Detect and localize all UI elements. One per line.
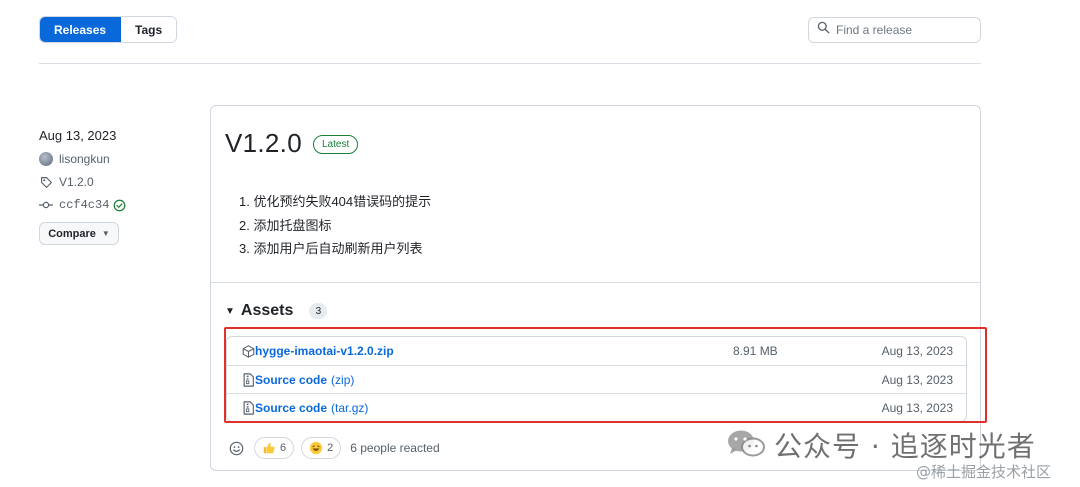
author-name: lisongkun <box>59 152 110 166</box>
assets-list: hygge-imaotai-v1.2.0.zip 8.91 MB Aug 13,… <box>226 336 967 422</box>
asset-date: Aug 13, 2023 <box>881 344 953 358</box>
tab-releases[interactable]: Releases <box>40 17 122 42</box>
commit-icon <box>39 198 53 212</box>
asset-name[interactable]: Source code <box>255 373 327 387</box>
reaction-thumbs-up[interactable]: 6 <box>254 437 295 459</box>
assets-count: 3 <box>309 303 328 319</box>
tag-link[interactable]: V1.2.0 <box>39 175 189 189</box>
reactions-bar: 6 2 6 people reacted <box>225 437 440 459</box>
wechat-watermark: 公众号 · 追逐时光者 <box>726 425 1036 465</box>
add-reaction-button[interactable] <box>225 437 247 459</box>
release-meta: Aug 13, 2023 lisongkun V1.2.0 ccf4c34 Co… <box>39 128 189 245</box>
package-icon <box>241 344 255 358</box>
reaction-laugh[interactable]: 2 <box>301 437 342 459</box>
search-input[interactable] <box>836 23 976 37</box>
commit-sha: ccf4c34 <box>59 198 110 212</box>
thumbs-up-icon <box>262 441 276 455</box>
reaction-count: 2 <box>327 442 334 454</box>
assets-heading: Assets <box>240 302 294 319</box>
release-notes: 1. 优化预约失败404错误码的提示 2. 添加托盘图标 3. 添加用户后自动刷… <box>239 190 431 261</box>
asset-size: 8.91 MB <box>733 344 778 358</box>
reactions-summary: 6 people reacted <box>350 441 440 455</box>
tag-name: V1.2.0 <box>59 175 94 189</box>
release-note: 3. 添加用户后自动刷新用户列表 <box>239 241 423 256</box>
asset-suffix: (zip) <box>331 372 355 387</box>
watermark-text: 公众号 · 追逐时光者 <box>774 430 1036 463</box>
chevron-down-icon: ▼ <box>101 229 110 238</box>
card-divider <box>211 282 980 283</box>
author-link[interactable]: lisongkun <box>39 152 189 166</box>
tab-tags[interactable]: Tags <box>121 17 177 42</box>
latest-badge: Latest <box>313 135 359 154</box>
header-divider <box>39 63 981 64</box>
release-date: Aug 13, 2023 <box>39 128 117 143</box>
release-search[interactable] <box>808 17 981 43</box>
tag-icon <box>39 175 53 189</box>
asset-row[interactable]: Source code (tar.gz) Aug 13, 2023 <box>227 393 966 421</box>
release-card: V1.2.0 Latest 1. 优化预约失败404错误码的提示 2. 添加托盘… <box>210 105 981 471</box>
asset-date: Aug 13, 2023 <box>881 400 953 415</box>
compare-label: Compare <box>48 227 96 240</box>
commit-link[interactable]: ccf4c34 <box>39 198 189 212</box>
triangle-down-icon: ▼ <box>225 305 235 317</box>
release-note: 1. 优化预约失败404错误码的提示 <box>239 194 432 209</box>
asset-date: Aug 13, 2023 <box>881 372 953 387</box>
juejin-watermark: @稀土掘金技术社区 <box>916 463 1052 481</box>
file-zip-icon <box>241 372 255 387</box>
file-zip-icon <box>241 400 255 415</box>
asset-name[interactable]: hygge-imaotai-v1.2.0.zip <box>255 344 394 358</box>
release-tabs: Releases Tags <box>39 16 178 43</box>
search-icon <box>817 21 830 39</box>
avatar <box>39 152 53 166</box>
asset-row[interactable]: Source code (zip) Aug 13, 2023 <box>227 365 966 393</box>
smiley-icon <box>229 441 243 455</box>
reaction-count: 6 <box>280 442 287 454</box>
wechat-icon <box>726 428 766 463</box>
asset-row[interactable]: hygge-imaotai-v1.2.0.zip 8.91 MB Aug 13,… <box>227 337 966 365</box>
release-note: 2. 添加托盘图标 <box>239 217 332 233</box>
laugh-icon <box>309 441 323 455</box>
verified-check-icon <box>113 199 126 212</box>
asset-suffix: (tar.gz) <box>331 400 369 415</box>
asset-name[interactable]: Source code <box>255 401 327 415</box>
assets-toggle[interactable]: ▼ Assets 3 <box>225 302 328 320</box>
compare-button[interactable]: Compare ▼ <box>39 222 119 245</box>
release-title[interactable]: V1.2.0 <box>225 128 302 159</box>
